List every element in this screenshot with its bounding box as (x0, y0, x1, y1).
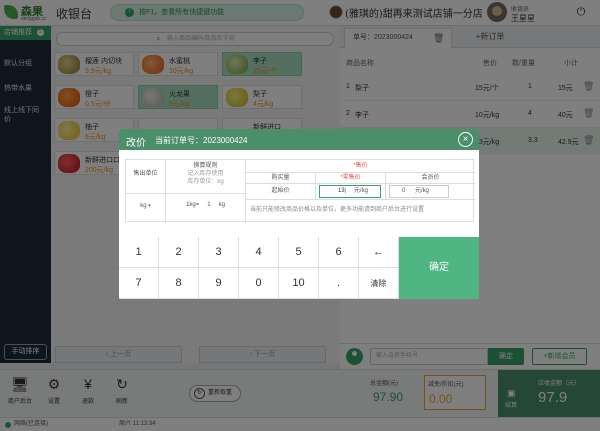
unit-header: 售出单位 (126, 160, 166, 194)
unit-value: kg (140, 203, 147, 209)
text-cursor: | (344, 188, 347, 194)
rule-number[interactable]: 1 (201, 202, 217, 208)
rule-title: 换算规则 (193, 163, 218, 169)
member-header: 会员价 (386, 173, 475, 184)
key-1[interactable]: 1 (119, 237, 159, 268)
member-price-unit: 元/kg (415, 188, 430, 194)
retail-header: *零售价 (316, 173, 386, 184)
key-clear[interactable]: 清除 (359, 268, 399, 299)
rule-header: 换算规则 记入库存使用 库存单位：kg (166, 160, 246, 194)
retail-price-value: 13 (338, 188, 345, 194)
key-decimal[interactable]: . (319, 268, 359, 299)
confirm-button[interactable]: 确定 (399, 237, 479, 299)
key-4[interactable]: 4 (239, 237, 279, 268)
rule-row: 1kg= 1 kg (166, 194, 246, 223)
dialog-header: 改价 当前订单号：2023000424 × (119, 129, 479, 150)
member-price-value: 0 (402, 188, 406, 194)
dialog-title: 改价 (126, 138, 146, 149)
key-8[interactable]: 8 (159, 268, 199, 299)
rule-subtitle: 记入库存使用 (187, 171, 224, 177)
rule-subtitle-2: 库存单位：kg (187, 179, 224, 185)
key-2[interactable]: 2 (159, 237, 199, 268)
numeric-keypad: 1 2 3 4 5 6 ← 7 8 9 0 10 . 清除 确定 (119, 237, 479, 299)
close-icon[interactable]: × (458, 132, 473, 147)
key-9[interactable]: 9 (199, 268, 239, 299)
chevron-down-icon: ▾ (148, 203, 151, 209)
price-header: *售价 (246, 160, 475, 173)
key-6[interactable]: 6 (319, 237, 359, 268)
price-table: 售出单位 换算规则 记入库存使用 库存单位：kg *售价 购买量 *零售价 会员… (125, 159, 475, 223)
key-3[interactable]: 3 (199, 237, 239, 268)
rule-left: 1kg= (186, 202, 200, 208)
retail-price-input[interactable]: 13| 元/kg (319, 185, 381, 198)
dialog-order-number: 当前订单号：2023000424 (155, 136, 248, 145)
member-price-cell: 0 元/kg (386, 184, 475, 200)
rule-unit: kg (218, 202, 225, 208)
key-5[interactable]: 5 (279, 237, 319, 268)
price-header-label: *售价 (353, 163, 368, 169)
retail-price-unit: 元/kg (353, 188, 368, 194)
retail-price-cell: 13| 元/kg (316, 184, 386, 200)
member-price-input[interactable]: 0 元/kg (389, 185, 449, 198)
qty-header: 购买量 (246, 173, 316, 184)
key-0[interactable]: 0 (239, 268, 279, 299)
dialog-note: 当前只能修改商品价格以及单位，更多功能请到商户后台进行设置 (250, 207, 425, 213)
key-backspace[interactable]: ← (359, 237, 399, 268)
key-7[interactable]: 7 (119, 268, 159, 299)
change-price-dialog: 改价 当前订单号：2023000424 × 售出单位 换算规则 记入库存使用 库… (119, 129, 479, 299)
qty-cell: 起始价 (246, 184, 316, 200)
unit-select[interactable]: kg ▾ (126, 194, 166, 223)
key-10[interactable]: 10 (279, 268, 319, 299)
